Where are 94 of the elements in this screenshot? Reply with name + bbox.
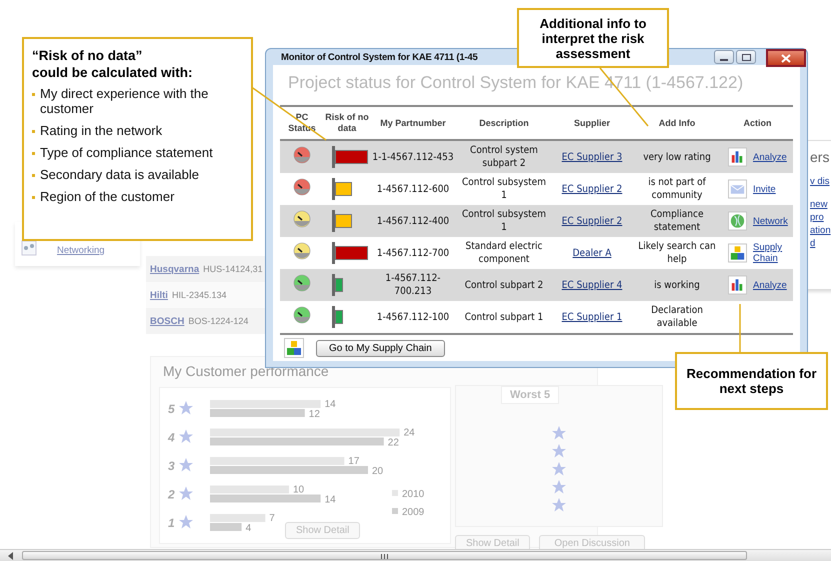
table-cell: Declaration available: [632, 301, 722, 334]
table-cell: 1-4567.112-600: [370, 173, 456, 205]
supplier-link[interactable]: Dealer A: [572, 248, 612, 258]
value-label: 20: [372, 466, 384, 477]
callout-note: Additional info to interpret the risk assessment: [517, 8, 669, 68]
star-icon: [552, 480, 566, 494]
bullet-icon: [32, 93, 35, 96]
close-icon[interactable]: [781, 54, 791, 62]
callout-item: Rating in the network: [40, 123, 162, 138]
star-icon: [179, 486, 193, 500]
panel-link[interactable]: d: [810, 237, 831, 250]
legend-label: 2010: [402, 489, 424, 500]
panel-link[interactable]: v dis: [810, 175, 831, 188]
value-label: 7: [269, 513, 275, 524]
category-label: 5: [168, 402, 175, 416]
table-cell: Standard electric component: [456, 237, 552, 269]
close-button[interactable]: [766, 49, 806, 67]
part-number: HIL-2345.134: [172, 290, 226, 300]
table-cell: is working: [632, 269, 722, 301]
bullet-icon: [32, 152, 35, 155]
blocks-icon[interactable]: [728, 243, 747, 263]
legend-swatch: [392, 490, 398, 496]
scroll-left-icon[interactable]: [8, 552, 13, 560]
callout-item: Secondary data is available: [40, 167, 199, 182]
table-cell: Control subpart 1: [456, 301, 552, 334]
bullet-icon: [32, 130, 35, 133]
bullet-icon: [32, 196, 35, 199]
star-icon: [552, 444, 566, 458]
callout-item: My direct experience with the customer: [40, 86, 210, 116]
blocks-icon[interactable]: [284, 338, 304, 358]
callout-item: Region of the customer: [40, 189, 174, 204]
supplier-link[interactable]: EC Supplier 2: [562, 184, 622, 194]
maximize-button[interactable]: [736, 50, 756, 64]
star-icon: [179, 401, 193, 414]
category-label: 1: [168, 516, 175, 530]
panel-title: ers: [810, 149, 830, 165]
table-cell: 1-4567.112-700: [370, 237, 456, 269]
legend-swatch: [392, 508, 398, 514]
panel-title: Worst 5: [501, 386, 560, 404]
minimize-button[interactable]: [714, 50, 734, 64]
legend-label: 2009: [402, 507, 424, 518]
panel-link[interactable]: ation: [810, 224, 831, 237]
category-label: 4: [168, 430, 175, 444]
star-icon: [552, 462, 566, 476]
table-cell: Likely search can help: [632, 237, 722, 269]
table-cell: 1-4567.112-100: [370, 301, 456, 334]
action-link[interactable]: Invite: [753, 184, 791, 194]
bullet-icon: [32, 174, 35, 177]
table-cell: Compliance statement: [632, 205, 722, 237]
table-cell: Control subpart 2: [456, 269, 552, 301]
category-label: 3: [168, 459, 175, 473]
table-cell: is not part of community: [632, 173, 722, 205]
action-link[interactable]: Supply Chain: [753, 242, 791, 264]
star-icon: [552, 498, 566, 512]
value-label: 17: [348, 456, 360, 467]
callout-title: “Risk of no data”: [32, 47, 144, 64]
value-label: 14: [324, 399, 336, 410]
value-label: 10: [293, 484, 304, 496]
window-title: Monitor of Control System for KAE 4711 (1-45: [280, 52, 478, 62]
table-cell: 1-4567.112-700.213: [370, 269, 456, 301]
star-icon: [179, 430, 193, 443]
leader-line: [739, 304, 741, 352]
star-icon: [552, 426, 566, 440]
value-label: 4: [246, 523, 252, 534]
value-label: 14: [324, 494, 336, 506]
panel-link[interactable]: pro: [810, 211, 831, 224]
action-link[interactable]: Network: [753, 216, 791, 226]
supplier-link[interactable]: EC Supplier 1: [562, 312, 622, 322]
callout-note: Recommendation for next steps: [675, 352, 828, 410]
action-link[interactable]: Analyze: [753, 152, 791, 162]
table-cell: Control subsystem 1: [456, 205, 552, 237]
value-label: 22: [388, 438, 399, 448]
category-label: 2: [168, 488, 175, 502]
supply-chain-button[interactable]: Go to My Supply Chain: [316, 340, 445, 356]
table-cell: 1-4567.112-400: [370, 205, 456, 237]
panel-link[interactable]: new: [810, 198, 831, 211]
panel-title: My Customer performance: [163, 363, 329, 379]
callout-title: could be calculated with:: [32, 64, 194, 81]
horizontal-scrollbar[interactable]: [0, 549, 831, 561]
value-label: 12: [308, 409, 320, 420]
table-cell: Control system subpart 2: [456, 140, 552, 173]
bar-chart-icon[interactable]: [728, 147, 747, 167]
part-number: BOS-1224-124: [188, 316, 248, 326]
bar-chart-icon[interactable]: [728, 275, 747, 295]
star-icon: [179, 458, 193, 472]
table-cell: Control subsystem 1: [456, 173, 552, 205]
callout-item: Type of compliance statement: [40, 145, 213, 160]
value-label: 24: [404, 428, 415, 438]
scrollbar-thumb[interactable]: [22, 551, 747, 560]
table-cell: very low rating: [632, 140, 722, 173]
star-icon: [179, 515, 193, 528]
action-link[interactable]: Analyze: [753, 280, 791, 290]
table-cell: 1-1-4567.112-453: [370, 140, 456, 173]
part-number: HUS-14124,31: [203, 264, 263, 274]
